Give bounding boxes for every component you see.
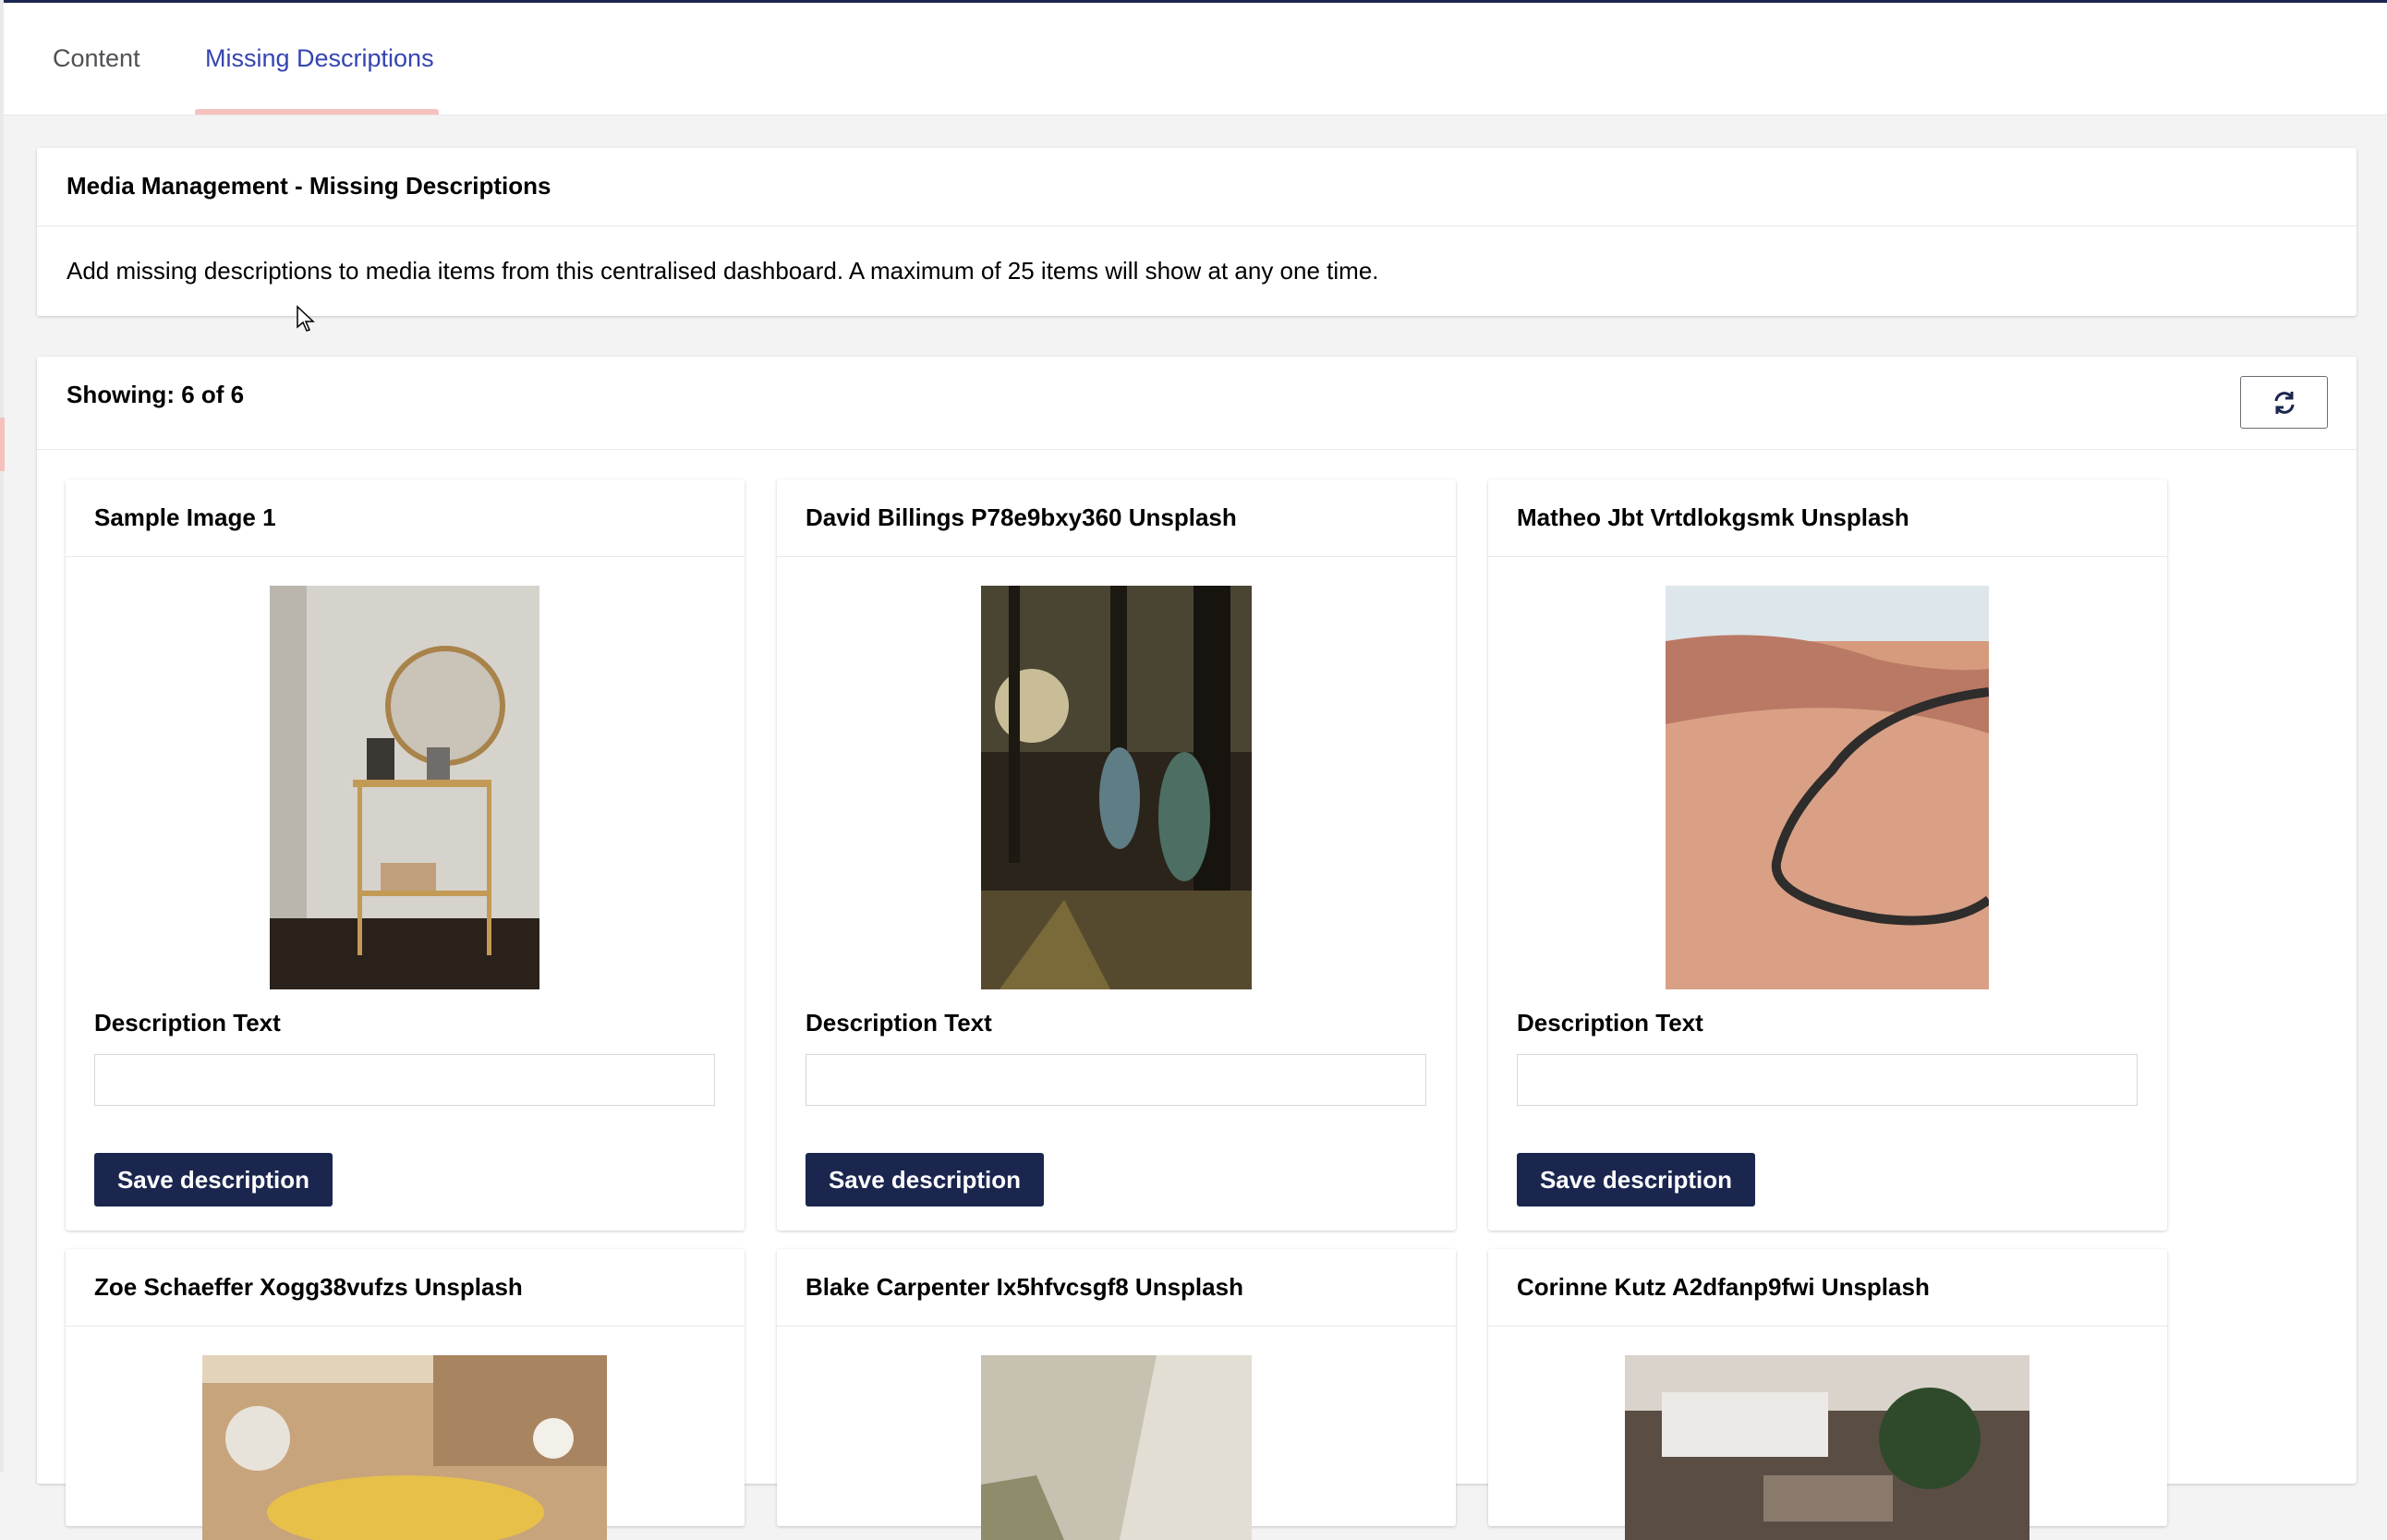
- media-card-title: Matheo Jbt Vrtdlokgsmk Unsplash: [1488, 479, 2167, 557]
- left-rail: [0, 0, 4, 1473]
- save-description-button[interactable]: Save description: [1517, 1153, 1755, 1207]
- media-card: Zoe Schaeffer Xogg38vufzs Unsplash: [66, 1249, 745, 1540]
- tab-missing-descriptions[interactable]: Missing Descriptions: [205, 3, 434, 115]
- media-card: Blake Carpenter Ix5hfvcsgf8 Unsplash: [777, 1249, 1456, 1540]
- intro-description: Add missing descriptions to media items …: [67, 257, 1379, 285]
- description-text-label: Description Text: [1517, 1009, 1703, 1037]
- media-card-title: Blake Carpenter Ix5hfvcsgf8 Unsplash: [777, 1249, 1456, 1327]
- media-card: Corinne Kutz A2dfanp9fwi Unsplash: [1488, 1249, 2167, 1540]
- media-list-header: Showing: 6 of 6: [37, 357, 2357, 450]
- photo-forest-walk-image: [981, 586, 1252, 989]
- save-description-button[interactable]: Save description: [806, 1153, 1044, 1207]
- media-card-title: Zoe Schaeffer Xogg38vufzs Unsplash: [66, 1249, 745, 1327]
- media-card: Matheo Jbt Vrtdlokgsmk Unsplash Descript…: [1488, 479, 2167, 1231]
- tab-bar: Content Missing Descriptions: [4, 3, 2387, 115]
- media-card-title: Sample Image 1: [66, 479, 745, 557]
- showing-value: 6 of 6: [181, 381, 245, 408]
- tab-content[interactable]: Content: [53, 3, 140, 115]
- photo-wall-corner-image: [981, 1355, 1252, 1540]
- description-text-label: Description Text: [806, 1009, 992, 1037]
- intro-panel: Media Management - Missing Descriptions …: [37, 148, 2357, 316]
- media-card-title: David Billings P78e9bxy360 Unsplash: [777, 479, 1456, 557]
- refresh-button[interactable]: [2240, 376, 2328, 429]
- showing-count: Showing: 6 of 6: [67, 357, 244, 432]
- photo-mirror-cart-image: [270, 586, 539, 989]
- description-input[interactable]: [1517, 1054, 2138, 1106]
- media-card-title: Corinne Kutz A2dfanp9fwi Unsplash: [1488, 1249, 2167, 1327]
- description-input[interactable]: [806, 1054, 1426, 1106]
- description-text-label: Description Text: [94, 1009, 281, 1037]
- active-tab-indicator: [195, 109, 439, 115]
- photo-chicks-box-image: [202, 1355, 607, 1540]
- media-card: Sample Image 1 Description Text Save des…: [66, 479, 745, 1231]
- media-list-panel: Showing: 6 of 6 Sample Image 1 Descripti…: [37, 357, 2357, 1540]
- save-description-button[interactable]: Save description: [94, 1153, 333, 1207]
- showing-label: Showing:: [67, 381, 175, 408]
- left-rail-accent: [0, 418, 5, 471]
- photo-desk-plant-image: [1625, 1355, 2030, 1540]
- media-card: David Billings P78e9bxy360 Unsplash Desc…: [777, 479, 1456, 1231]
- refresh-icon: [2274, 391, 2294, 414]
- mouse-cursor-icon: [297, 305, 315, 332]
- description-input[interactable]: [94, 1054, 715, 1106]
- photo-desert-road-image: [1666, 586, 1989, 989]
- intro-title: Media Management - Missing Descriptions: [37, 148, 2357, 226]
